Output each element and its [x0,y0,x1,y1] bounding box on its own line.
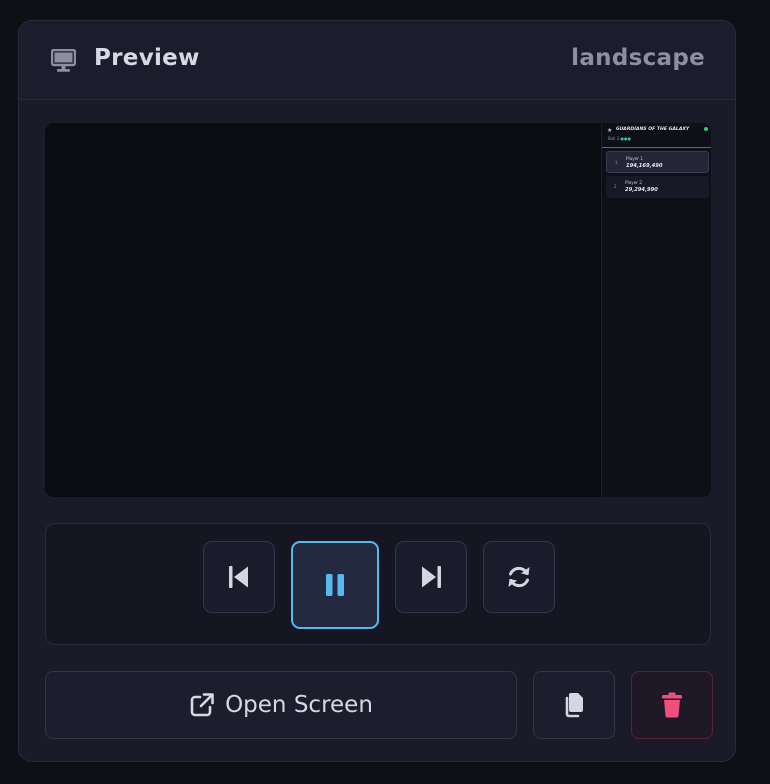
previous-button[interactable] [203,541,275,613]
ball-label: Ball 3 [608,136,620,141]
orientation-label: landscape [571,45,705,71]
skip-forward-icon [422,566,441,588]
screen-preview: ★ GUARDIANS OF THE GALAXY Ball 3 ●●● 1 P… [45,123,711,497]
monitor-icon [51,49,76,72]
card-header: Preview landscape [19,21,735,100]
player-row: 2 Player 2 29,294,990 [606,176,709,198]
star-icon: ★ [607,127,613,134]
scoreboard-panel: ★ GUARDIANS OF THE GALAXY Ball 3 ●●● 1 P… [601,123,711,497]
external-link-icon [190,693,214,717]
player-score: 29,294,990 [625,187,658,193]
playback-controls [45,523,711,645]
live-status-dot [704,127,708,131]
player-row: 1 Player 1 194,169,490 [606,151,709,173]
trash-icon [662,692,682,718]
game-title: GUARDIANS OF THE GALAXY [616,127,690,132]
open-screen-label: Open Screen [225,692,373,718]
pause-icon [326,574,344,596]
preview-card: Preview landscape ★ GUARDIANS OF THE GAL… [18,20,736,762]
refresh-icon [508,566,530,588]
pause-button[interactable] [291,541,379,629]
ball-indicator: ●●● [620,136,631,141]
copy-button[interactable] [533,671,615,739]
player-rank: 1 [615,160,618,165]
delete-button[interactable] [631,671,713,739]
open-screen-button[interactable]: Open Screen [45,671,517,739]
player-name: Player 1 [626,156,644,161]
player-name: Player 2 [625,180,643,185]
copy-icon [565,693,583,718]
card-title: Preview [94,45,200,71]
refresh-button[interactable] [483,541,555,613]
player-rank: 2 [614,184,617,189]
skip-back-icon [229,566,248,588]
next-button[interactable] [395,541,467,613]
ball-status: Ball 3 ●●● [608,136,631,141]
scoreboard-header: ★ GUARDIANS OF THE GALAXY Ball 3 ●●● [602,123,711,148]
player-score: 194,169,490 [626,163,663,169]
